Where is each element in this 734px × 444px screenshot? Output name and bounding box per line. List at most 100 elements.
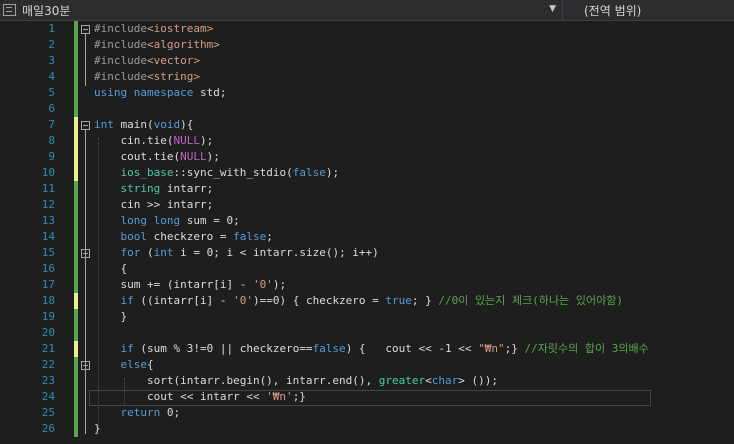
code-token: cin >> intarr; [94, 198, 214, 211]
code-token: bool [120, 230, 148, 243]
code-token: #include [94, 70, 147, 83]
line-number: 13 [41, 214, 55, 227]
code-line[interactable]: 12 cin >> intarr; [0, 197, 734, 213]
line-number: 24 [41, 390, 55, 403]
saved-change-marker [74, 357, 78, 373]
code-line[interactable]: 4 #include<string> [0, 69, 734, 85]
code-line[interactable]: 11 string intarr; [0, 181, 734, 197]
chevron-down-icon[interactable]: ▼ [549, 4, 556, 14]
code-token: } [94, 310, 128, 323]
code-line[interactable]: 17 sum += (intarr[i] - '0'); [0, 277, 734, 293]
line-number: 26 [41, 422, 55, 435]
code-token: > ()); [458, 374, 499, 387]
saved-change-marker [74, 325, 78, 341]
line-number: 11 [41, 182, 55, 195]
code-token: true [385, 294, 412, 307]
code-text: #include<string> [94, 69, 200, 85]
line-number: 5 [48, 86, 55, 99]
project-scope-dropdown[interactable]: 매일30분 ▼ [0, 0, 560, 20]
code-token: { [94, 262, 128, 275]
code-token: ); [325, 166, 340, 179]
code-token: main( [113, 118, 154, 131]
line-number: 10 [41, 166, 55, 179]
unsaved-change-marker [74, 165, 78, 181]
code-token: cout.tie( [94, 150, 181, 163]
code-line[interactable]: 23 sort(intarr.begin(), intarr.end(), gr… [0, 373, 734, 389]
line-number: 8 [48, 134, 55, 147]
code-token: #include [94, 22, 147, 35]
code-line[interactable]: 24 cout << intarr << '₩n';} [0, 389, 734, 405]
code-token: <iostream> [146, 22, 214, 35]
saved-change-marker [74, 213, 78, 229]
code-line[interactable]: 19 } [0, 309, 734, 325]
code-line[interactable]: 9 cout.tie(NULL); [0, 149, 734, 165]
line-number: 21 [41, 342, 55, 355]
code-line[interactable]: 16 { [0, 261, 734, 277]
code-line[interactable]: 15 for (int i = 0; i < intarr.size(); i+… [0, 245, 734, 261]
saved-change-marker [74, 85, 78, 101]
code-text: } [94, 421, 101, 437]
code-token: <string> [146, 70, 200, 83]
collapse-icon[interactable] [81, 361, 90, 370]
collapse-icon[interactable] [81, 249, 90, 258]
code-text: if (sum % 3!=0 || checkzero==false) { co… [94, 341, 649, 357]
code-token: int [94, 118, 114, 131]
code-line[interactable]: 21 if (sum % 3!=0 || checkzero==false) {… [0, 341, 734, 357]
code-token: '0' [252, 278, 273, 291]
code-line[interactable]: 26} [0, 421, 734, 437]
code-token: ); [206, 150, 220, 163]
line-number: 22 [41, 358, 55, 371]
code-token: checkzero = [147, 230, 234, 243]
code-token: if [120, 294, 134, 307]
code-line[interactable]: 3 #include<vector> [0, 53, 734, 69]
code-token: ;} [292, 390, 306, 403]
code-line[interactable]: 14 bool checkzero = false; [0, 229, 734, 245]
code-token: for [120, 246, 141, 259]
line-number: 2 [48, 38, 55, 51]
collapse-icon[interactable] [81, 121, 90, 130]
member-scope-dropdown[interactable]: (전역 범위) [564, 0, 734, 20]
code-text: cout << intarr << '₩n';} [94, 389, 306, 405]
code-line[interactable]: 18 if ((intarr[i] - '0')==0) { checkzero… [0, 293, 734, 309]
saved-change-marker [74, 37, 78, 53]
code-line[interactable]: 10 ios_base::sync_with_stdio(false); [0, 165, 734, 181]
code-token: long long [120, 214, 181, 227]
code-line[interactable]: 25 return 0; [0, 405, 734, 421]
toolbar-divider [562, 0, 563, 20]
code-line[interactable]: 13 long long sum = 0; [0, 213, 734, 229]
code-token: sum += (intarr[i] - [94, 278, 253, 291]
line-number: 6 [48, 102, 55, 115]
code-token: <algorithm> [146, 38, 220, 51]
collapse-icon[interactable] [81, 25, 90, 34]
code-token: (sum % 3!=0 || checkzero== [133, 342, 313, 355]
code-token: false [312, 342, 346, 355]
code-line[interactable]: 2 #include<algorithm> [0, 37, 734, 53]
code-line[interactable]: 7 int main(void){ [0, 117, 734, 133]
line-number: 17 [41, 278, 55, 291]
line-number: 19 [41, 310, 55, 323]
unsaved-change-marker [74, 149, 78, 165]
line-number: 4 [48, 70, 55, 83]
code-text: #include<iostream> [94, 21, 213, 37]
code-token: false [233, 230, 267, 243]
code-text: sort(intarr.begin(), intarr.end(), great… [94, 373, 498, 389]
code-text: ios_base::sync_with_stdio(false); [94, 165, 340, 181]
code-line[interactable]: 1 #include<iostream> [0, 21, 734, 37]
saved-change-marker [74, 421, 78, 437]
code-line[interactable]: 22 else{ [0, 357, 734, 373]
saved-change-marker [74, 229, 78, 245]
code-line[interactable]: 5 using namespace std; [0, 85, 734, 101]
code-line[interactable]: 6 [0, 101, 734, 117]
code-line[interactable]: 8 cin.tie(NULL); [0, 133, 734, 149]
code-text: int main(void){ [94, 117, 193, 133]
code-token: void [153, 118, 181, 131]
code-token: } [94, 422, 101, 435]
saved-change-marker [74, 277, 78, 293]
code-line[interactable]: 20 [0, 325, 734, 341]
saved-change-marker [74, 389, 78, 405]
code-token: greater [378, 374, 426, 387]
code-editor[interactable]: 1 #include<iostream> 2 #include<algorithm> 3… [0, 21, 734, 444]
